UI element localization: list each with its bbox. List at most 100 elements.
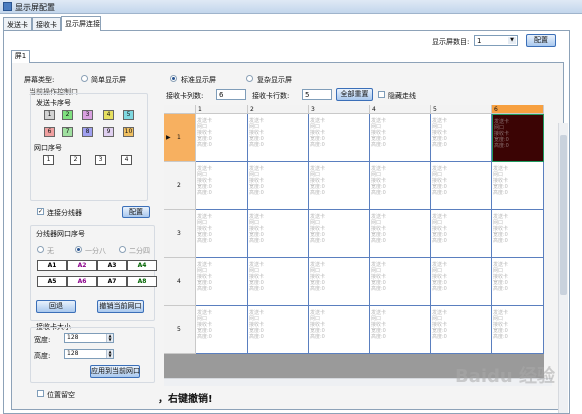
grid-cell[interactable]: 发送卡 网口 接收卡 宽度:0 高度:0 [196,114,248,162]
col-header[interactable]: 5 [431,105,492,114]
col-header[interactable]: 1 [196,105,248,114]
grid-cell[interactable]: 发送卡 网口 接收卡 宽度:0 高度:0 [196,162,248,210]
grid-cell[interactable]: 发送卡 网口 接收卡 宽度:0 高度:0 [248,258,309,306]
grid-cell[interactable]: 发送卡 网口 接收卡 宽度:0 高度:0 [196,210,248,258]
cell-line: 高度:0 [493,238,508,244]
pos-fixed-checkbox[interactable] [37,390,44,397]
grid-cell[interactable]: 发送卡 网口 接收卡 宽度:0 高度:0 [492,162,544,210]
grid-cell[interactable]: 发送卡 网口 接收卡 宽度:0 高度:0 [370,258,431,306]
send-card-chip[interactable]: 4 [103,110,114,120]
grid-cell[interactable]: 发送卡 网口 接收卡 宽度:0 高度:0 [492,306,544,354]
send-card-chip[interactable]: 5 [123,110,134,120]
grid-cell[interactable]: 发送卡 网口 接收卡 宽度:0 高度:0 [370,306,431,354]
grid-cell[interactable]: 发送卡 网口 接收卡 宽度:0 高度:0 [431,210,492,258]
panel-vertical-scrollbar[interactable] [558,123,568,413]
screen-type-simple-radio[interactable] [81,75,88,82]
row-header[interactable]: 4 [164,258,196,306]
grid-cell[interactable]: 发送卡 网口 接收卡 宽度:0 高度:0 [492,210,544,258]
window-title: 显示屏配置 [15,3,55,12]
grid-cell[interactable]: 发送卡 网口 接收卡 宽度:0 高度:0 [248,210,309,258]
splitter-port-a7[interactable]: A7 [97,276,127,287]
splitter-port-a6[interactable]: A6 [67,276,97,287]
screen-count-select[interactable]: 1 ▼ [474,35,518,46]
grid-cell[interactable]: 发送卡 网口 接收卡 宽度:0 高度:0 [431,258,492,306]
tab-screen-1[interactable]: 屏1 [11,50,30,63]
send-card-chip[interactable]: 8 [82,127,93,137]
grid-cell[interactable]: 发送卡 网口 接收卡 宽度:0 高度:0 [309,162,370,210]
tab-send-card[interactable]: 发送卡 [3,17,32,30]
scrollbar-thumb[interactable] [560,135,567,295]
splitter-checkbox[interactable]: ✓ [37,208,44,215]
send-card-chip[interactable]: 1 [44,110,55,120]
stepper-arrows-icon[interactable]: ▲ ▼ [106,334,113,342]
splitter-config-button[interactable]: 配置 [122,206,150,218]
grid-cell[interactable]: 发送卡 网口 接收卡 宽度:0 高度:0 [309,114,370,162]
receiver-card-grid[interactable]: 1 2 3 4 5 6 ▶ 1 2 3 4 5 发送卡 网口 接收卡 宽度:0 高度:0 发… [164,105,544,385]
splitter-port-a4[interactable]: A4 [127,260,157,271]
send-card-chip[interactable]: 10 [123,127,134,137]
row-header[interactable]: 3 [164,210,196,258]
net-port-chip[interactable]: 3 [95,155,106,165]
rows-input[interactable]: 5 [302,89,332,100]
splitter-port-a2[interactable]: A2 [67,260,97,271]
cell-line: 高度:0 [249,190,264,196]
send-card-chip[interactable]: 7 [62,127,73,137]
net-port-chip[interactable]: 1 [43,155,54,165]
grid-cell[interactable]: 发送卡 网口 接收卡 宽度:0 高度:0 [492,258,544,306]
grid-cell[interactable]: 发送卡 网口 接收卡 宽度:0 高度:0 [431,306,492,354]
splitter-mode-none-radio[interactable] [37,246,44,253]
net-port-chip[interactable]: 2 [70,155,81,165]
grid-cell[interactable]: 发送卡 网口 接收卡 宽度:0 高度:0 [370,114,431,162]
tab-receive-card[interactable]: 接收卡 [32,17,61,30]
cell-line: 高度:0 [432,190,447,196]
hide-lines-checkbox[interactable] [378,91,385,98]
col-header[interactable]: 2 [248,105,309,114]
splitter-port-a5[interactable]: A5 [37,276,67,287]
cancel-current-port-button[interactable]: 撤销当前网口 [97,300,144,313]
grid-cell[interactable]: 发送卡 网口 接收卡 宽度:0 高度:0 [431,162,492,210]
grid-cell[interactable]: 发送卡 网口 接收卡 宽度:0 高度:0 [370,162,431,210]
splitter-port-a8[interactable]: A8 [127,276,157,287]
net-port-chip[interactable]: 4 [121,155,132,165]
grid-cell[interactable]: 发送卡 网口 接收卡 宽度:0 高度:0 [309,210,370,258]
cell-line: 高度:0 [432,286,447,292]
height-stepper[interactable]: 128 ▲ ▼ [64,349,114,359]
grid-cell[interactable]: 发送卡 网口 接收卡 宽度:0 高度:0 [309,258,370,306]
col-header[interactable]: 4 [370,105,431,114]
splitter-port-a3[interactable]: A3 [97,260,127,271]
grid-cell[interactable]: 发送卡 网口 接收卡 宽度:0 高度:0 [196,306,248,354]
reset-all-button[interactable]: 全部重置 [336,88,373,101]
tab-screen-connect[interactable]: 显示屏连接 [61,16,101,31]
grid-cell[interactable]: 发送卡 网口 接收卡 宽度:0 高度:0 [309,306,370,354]
stepper-arrows-icon[interactable]: ▲ ▼ [106,350,113,358]
col-header[interactable]: 3 [309,105,370,114]
width-label: 宽度: [34,336,51,344]
back-button[interactable]: 回退 [36,300,76,313]
screen-config-button[interactable]: 配置 [526,34,556,47]
grid-cell[interactable]: 发送卡 网口 接收卡 宽度:0 高度:0 [196,258,248,306]
apply-current-port-button[interactable]: 应用到当前网口 [90,365,140,378]
grid-cell[interactable]: 发送卡 网口 接收卡 宽度:0 高度:0 [492,114,544,162]
grid-cell[interactable]: 发送卡 网口 接收卡 宽度:0 高度:0 [370,210,431,258]
grid-cell[interactable]: 发送卡 网口 接收卡 宽度:0 高度:0 [248,162,309,210]
row-header[interactable]: 2 [164,162,196,210]
row-header-current[interactable]: ▶ 1 [164,114,196,162]
send-card-chip[interactable]: 6 [44,127,55,137]
send-card-chip[interactable]: 9 [103,127,114,137]
splitter-mode-2to4-radio[interactable] [119,246,126,253]
send-card-chip[interactable]: 2 [62,110,73,120]
row-header[interactable]: 5 [164,306,196,354]
cols-input[interactable]: 6 [216,89,246,100]
screen-type-complex-radio[interactable] [246,75,253,82]
cell-line: 高度:0 [432,238,447,244]
grid-cell[interactable]: 发送卡 网口 接收卡 宽度:0 高度:0 [248,114,309,162]
splitter-port-a1[interactable]: A1 [37,260,67,271]
grid-cell[interactable]: 发送卡 网口 接收卡 宽度:0 高度:0 [248,306,309,354]
width-stepper[interactable]: 128 ▲ ▼ [64,333,114,343]
screen-type-standard-radio[interactable] [170,75,177,82]
send-card-chip[interactable]: 3 [82,110,93,120]
grid-cell[interactable]: 发送卡 网口 接收卡 宽度:0 高度:0 [431,114,492,162]
row-header-label: 1 [177,134,181,141]
splitter-mode-1to8-radio[interactable] [75,246,82,253]
col-header-current[interactable]: 6 [492,105,544,114]
